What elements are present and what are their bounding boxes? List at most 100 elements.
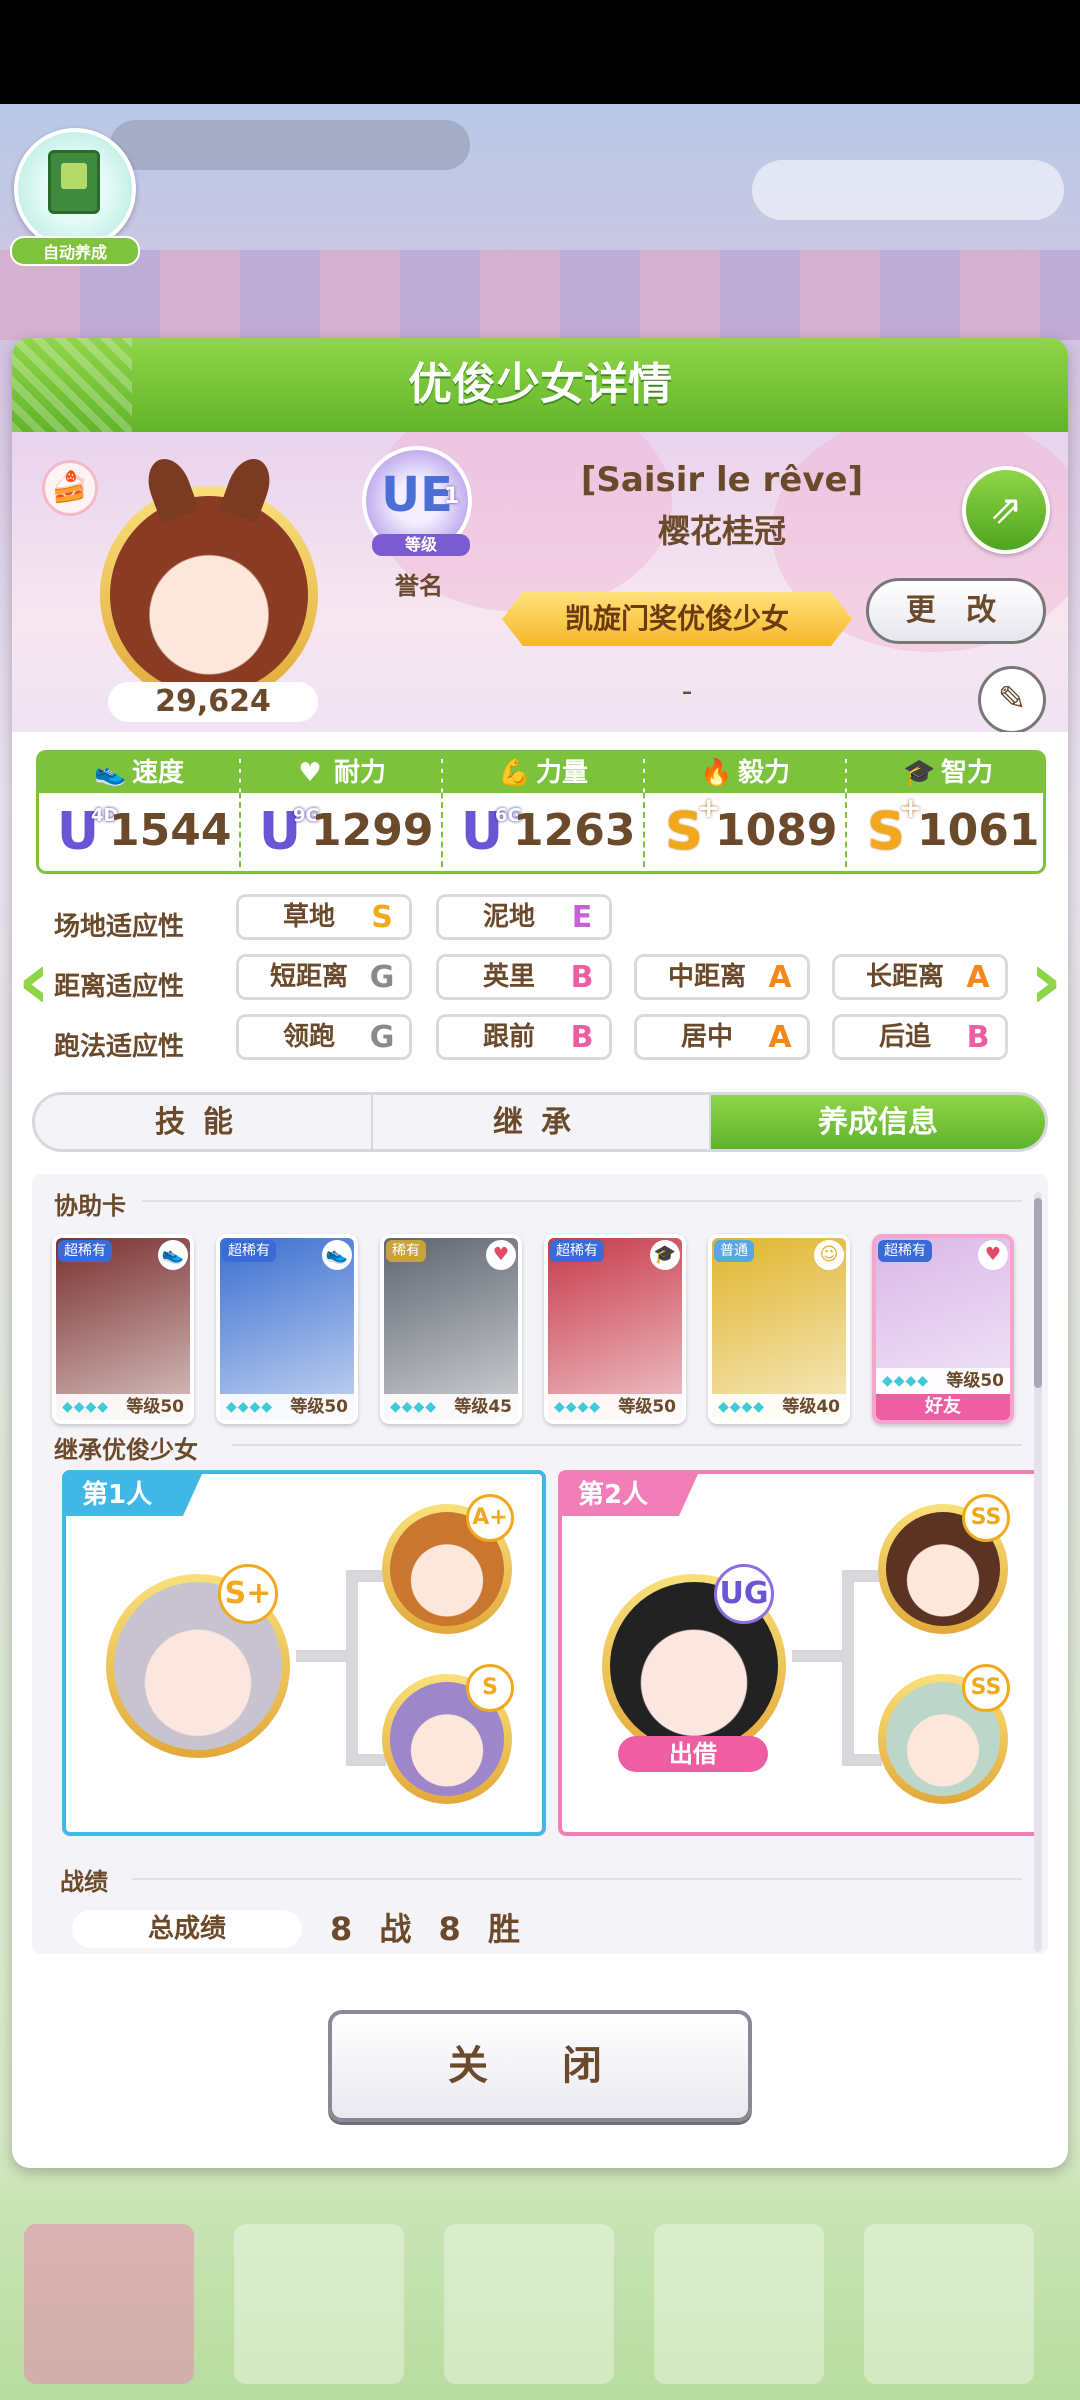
parent-rank-badge: UG [714, 1564, 774, 1624]
support-card-1[interactable]: 超稀有 👟 ◆◆◆◆ 等级50 [52, 1234, 194, 1424]
pencil-icon: ✎ [997, 679, 1027, 719]
rank-sup: 1 [444, 484, 460, 509]
support-card-5[interactable]: 普通 ☺ ◆◆◆◆ 等级40 [708, 1234, 850, 1424]
card-level-text: 等级40 [782, 1397, 840, 1417]
auto-train-button[interactable]: 自动养成 [10, 128, 140, 268]
dialog-title: 优俊少女详情 [408, 359, 672, 410]
change-title-button[interactable]: 更 改 [866, 578, 1046, 644]
training-info-panel[interactable]: 协助卡 超稀有 👟 ◆◆◆◆ 等级50 超稀有 👟 ◆◆◆◆ 等级50 稀有 ♥ ◆… [32, 1174, 1048, 1954]
diamond-icon: ◆◆◆◆ [718, 1399, 766, 1415]
ear [140, 452, 200, 524]
grandparent-rank: SS [970, 1675, 1002, 1700]
card-level: ◆◆◆◆ 等级50 [548, 1394, 682, 1420]
tab-training-info[interactable]: 养成信息 [711, 1095, 1045, 1149]
stat-rank: S + [855, 794, 922, 863]
apt-grade: S [371, 900, 393, 935]
card-rarity: 超稀有 [58, 1240, 112, 1262]
nav-item-2[interactable] [234, 2224, 404, 2384]
apt-label-track: 场地适应性 [54, 912, 185, 942]
section-divider [232, 1444, 1022, 1446]
support-card-3[interactable]: 稀有 ♥ ◆◆◆◆ 等级45 [380, 1234, 522, 1424]
stat-power: 💪 力量 U 6G 1263 [443, 753, 645, 871]
stat-rank: U 4D [47, 801, 119, 863]
apt-label-style: 跑法适应性 [54, 1032, 185, 1062]
nav-item-1[interactable] [24, 2224, 194, 2384]
title-banner: 凯旋门奖优俊少女 [502, 592, 852, 646]
friend-label: 好友 [876, 1394, 1010, 1420]
apt-name: 跟前 [482, 1022, 535, 1052]
nav-item-5[interactable] [864, 2224, 1034, 2384]
close-button[interactable]: 关 闭 [328, 2010, 752, 2122]
card-rarity: 超稀有 [878, 1240, 932, 1262]
card-level-text: 等级45 [454, 1397, 512, 1417]
grandparent-rank-badge: S [466, 1664, 514, 1712]
section-divider [142, 1200, 1022, 1202]
avatar-face [110, 452, 308, 694]
stat-rank: U 9G [249, 801, 320, 863]
card-rarity: 普通 [714, 1240, 754, 1262]
stat-label: 智力 [940, 758, 993, 788]
stat-rank: S + [653, 794, 720, 863]
apt-grade: G [369, 1020, 395, 1055]
parent-1[interactable]: 第1人 S+ A+ S [62, 1470, 546, 1836]
stat-label: 力量 [535, 758, 588, 788]
stat-label: 速度 [131, 758, 184, 788]
cake-icon[interactable]: 🍰 [42, 460, 98, 516]
background-pill-button [752, 160, 1064, 220]
section-title-inherit: 继承优俊少女 [54, 1436, 198, 1464]
next-arrow-icon[interactable]: › [1018, 938, 1068, 1024]
apt-name: 泥地 [482, 902, 535, 932]
stat-speed: 👟 速度 U 4D 1544 [39, 753, 241, 871]
rank-label: 誉名 [395, 572, 443, 600]
scrollbar-thumb[interactable] [1034, 1198, 1042, 1388]
avatar[interactable] [100, 452, 318, 704]
apt-late: 居中 A [634, 1014, 810, 1060]
card-level: ◆◆◆◆ 等级40 [712, 1394, 846, 1420]
edit-button[interactable]: ✎ [978, 666, 1046, 732]
grandparent-rank: A+ [472, 1505, 508, 1530]
share-button[interactable]: ⇗ [962, 466, 1050, 554]
rank-badge: UE 1 等级 [362, 446, 472, 556]
background-search-pill [110, 120, 470, 170]
tab-inherit[interactable]: 继承 [373, 1095, 711, 1149]
apt-grade: G [369, 960, 395, 995]
support-card-4[interactable]: 超稀有 🎓 ◆◆◆◆ 等级50 [544, 1234, 686, 1424]
stat-header: 🎓 智力 [847, 753, 1043, 793]
section-title-support: 协助卡 [54, 1192, 126, 1220]
nav-item-3[interactable] [444, 2224, 614, 2384]
apt-name: 领跑 [282, 1022, 335, 1052]
tab-skills[interactable]: 技能 [35, 1095, 373, 1149]
parent-tab: 第1人 [66, 1474, 202, 1516]
grandparent-rank: S [482, 1675, 498, 1700]
diamond-icon: ◆◆◆◆ [554, 1399, 602, 1415]
tree-line [346, 1754, 386, 1766]
tree-line [842, 1570, 882, 1582]
card-level-text: 等级50 [946, 1371, 1004, 1391]
apt-name: 中距离 [667, 962, 746, 992]
nav-item-4[interactable] [654, 2224, 824, 2384]
apt-end: 后追 B [832, 1014, 1008, 1060]
diamond-icon: ◆◆◆◆ [226, 1399, 274, 1415]
rank-level-label: 等级 [372, 534, 470, 556]
apt-name: 后追 [878, 1022, 931, 1052]
bottom-nav [0, 2200, 1080, 2400]
card-level-text: 等级50 [618, 1397, 676, 1417]
stat-header: 💪 力量 [443, 753, 643, 793]
card-level: ◆◆◆◆ 等级50 [56, 1394, 190, 1420]
background-character-strip [0, 250, 1080, 340]
parent-rank: S+ [224, 1576, 272, 1611]
share-icon: ⇗ [989, 487, 1023, 533]
speed-type-icon: 👟 [158, 1240, 188, 1270]
apt-grade: B [570, 960, 594, 995]
grandparent-rank: SS [970, 1505, 1002, 1530]
support-card-2[interactable]: 超稀有 👟 ◆◆◆◆ 等级50 [216, 1234, 358, 1424]
support-card-6[interactable]: 超稀有 ♥ ◆◆◆◆ 等级50 好友 [872, 1234, 1014, 1424]
flame-icon: 🔥 [699, 758, 733, 788]
umamusume-detail-dialog: 优俊少女详情 🍰 29,624 UE 1 等级 誉名 [Saisir le rê… [12, 338, 1068, 2168]
apt-pace: 跟前 B [436, 1014, 612, 1060]
detail-tabs: 技能 继承 养成信息 [32, 1092, 1048, 1152]
apt-grade: B [966, 1020, 990, 1055]
status-bar [0, 0, 1080, 104]
parent-2[interactable]: 第2人 UG 出借 SS SS [558, 1470, 1042, 1836]
parent-tab: 第2人 [562, 1474, 698, 1516]
